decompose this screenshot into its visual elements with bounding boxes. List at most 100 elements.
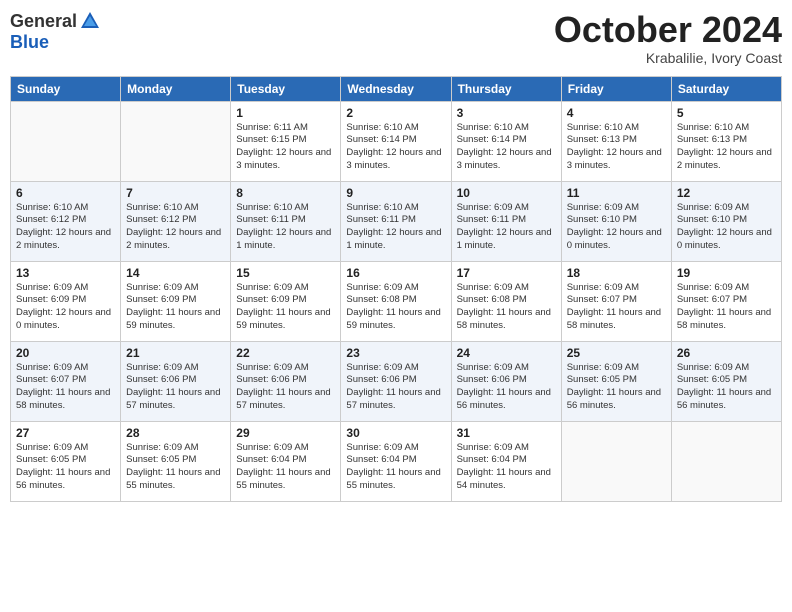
day-info: Sunrise: 6:09 AMSunset: 6:09 PMDaylight:… bbox=[126, 282, 225, 333]
weekday-header-sunday: Sunday bbox=[11, 76, 121, 101]
day-number: 21 bbox=[126, 346, 225, 360]
day-info: Sunrise: 6:10 AMSunset: 6:12 PMDaylight:… bbox=[16, 202, 115, 253]
day-info: Sunrise: 6:09 AMSunset: 6:04 PMDaylight:… bbox=[236, 442, 335, 493]
day-info: Sunrise: 6:09 AMSunset: 6:08 PMDaylight:… bbox=[346, 282, 445, 333]
day-number: 29 bbox=[236, 426, 335, 440]
day-number: 6 bbox=[16, 186, 115, 200]
day-info: Sunrise: 6:10 AMSunset: 6:14 PMDaylight:… bbox=[457, 122, 556, 173]
page-header: General Blue October 2024 Krabalilie, Iv… bbox=[10, 10, 782, 66]
day-info: Sunrise: 6:09 AMSunset: 6:05 PMDaylight:… bbox=[16, 442, 115, 493]
calendar-cell: 27Sunrise: 6:09 AMSunset: 6:05 PMDayligh… bbox=[11, 421, 121, 501]
calendar-cell: 20Sunrise: 6:09 AMSunset: 6:07 PMDayligh… bbox=[11, 341, 121, 421]
day-number: 2 bbox=[346, 106, 445, 120]
calendar-cell: 13 Sunrise: 6:09 AMSunset: 6:09 PMDayligh… bbox=[11, 261, 121, 341]
day-number: 8 bbox=[236, 186, 335, 200]
day-number: 10 bbox=[457, 186, 556, 200]
calendar-week-row: 13 Sunrise: 6:09 AMSunset: 6:09 PMDayligh… bbox=[11, 261, 782, 341]
weekday-header-tuesday: Tuesday bbox=[231, 76, 341, 101]
day-number: 3 bbox=[457, 106, 556, 120]
calendar-cell: 8 Sunrise: 6:10 AMSunset: 6:11 PMDaylight… bbox=[231, 181, 341, 261]
title-block: October 2024 Krabalilie, Ivory Coast bbox=[554, 10, 782, 66]
location-subtitle: Krabalilie, Ivory Coast bbox=[554, 50, 782, 66]
calendar-week-row: 6 Sunrise: 6:10 AMSunset: 6:12 PMDaylight… bbox=[11, 181, 782, 261]
day-info: Sunrise: 6:09 AMSunset: 6:08 PMDaylight:… bbox=[457, 282, 556, 333]
day-number: 7 bbox=[126, 186, 225, 200]
calendar-cell: 2 Sunrise: 6:10 AMSunset: 6:14 PMDaylight… bbox=[341, 101, 451, 181]
calendar-cell: 30 Sunrise: 6:09 AMSunset: 6:04 PMDayligh… bbox=[341, 421, 451, 501]
day-info: Sunrise: 6:10 AMSunset: 6:11 PMDaylight:… bbox=[236, 202, 335, 253]
calendar-week-row: 20Sunrise: 6:09 AMSunset: 6:07 PMDayligh… bbox=[11, 341, 782, 421]
month-title: October 2024 bbox=[554, 10, 782, 50]
calendar-cell: 10 Sunrise: 6:09 AMSunset: 6:11 PMDayligh… bbox=[451, 181, 561, 261]
day-info: Sunrise: 6:09 AMSunset: 6:06 PMDaylight:… bbox=[126, 362, 225, 413]
logo-blue-text: Blue bbox=[10, 32, 49, 53]
day-number: 31 bbox=[457, 426, 556, 440]
calendar-week-row: 27Sunrise: 6:09 AMSunset: 6:05 PMDayligh… bbox=[11, 421, 782, 501]
day-number: 14 bbox=[126, 266, 225, 280]
calendar-cell: 3 Sunrise: 6:10 AMSunset: 6:14 PMDaylight… bbox=[451, 101, 561, 181]
day-number: 24 bbox=[457, 346, 556, 360]
day-info: Sunrise: 6:09 AMSunset: 6:05 PMDaylight:… bbox=[677, 362, 776, 413]
calendar-cell: 28 Sunrise: 6:09 AMSunset: 6:05 PMDayligh… bbox=[121, 421, 231, 501]
calendar-cell: 12 Sunrise: 6:09 AMSunset: 6:10 PMDayligh… bbox=[671, 181, 781, 261]
calendar-cell: 23 Sunrise: 6:09 AMSunset: 6:06 PMDayligh… bbox=[341, 341, 451, 421]
day-info: Sunrise: 6:09 AMSunset: 6:07 PMDaylight:… bbox=[567, 282, 666, 333]
calendar-header-row: SundayMondayTuesdayWednesdayThursdayFrid… bbox=[11, 76, 782, 101]
day-info: Sunrise: 6:11 AMSunset: 6:15 PMDaylight:… bbox=[236, 122, 335, 173]
calendar-cell: 15Sunrise: 6:09 AMSunset: 6:09 PMDayligh… bbox=[231, 261, 341, 341]
day-number: 1 bbox=[236, 106, 335, 120]
day-info: Sunrise: 6:09 AMSunset: 6:04 PMDaylight:… bbox=[346, 442, 445, 493]
day-info: Sunrise: 6:10 AMSunset: 6:14 PMDaylight:… bbox=[346, 122, 445, 173]
day-info: Sunrise: 6:10 AMSunset: 6:13 PMDaylight:… bbox=[677, 122, 776, 173]
day-number: 16 bbox=[346, 266, 445, 280]
calendar-cell: 25 Sunrise: 6:09 AMSunset: 6:05 PMDayligh… bbox=[561, 341, 671, 421]
day-number: 23 bbox=[346, 346, 445, 360]
day-info: Sunrise: 6:09 AMSunset: 6:10 PMDaylight:… bbox=[677, 202, 776, 253]
day-info: Sunrise: 6:09 AMSunset: 6:10 PMDaylight:… bbox=[567, 202, 666, 253]
day-info: Sunrise: 6:09 AMSunset: 6:09 PMDaylight:… bbox=[16, 282, 115, 333]
day-info: Sunrise: 6:10 AMSunset: 6:12 PMDaylight:… bbox=[126, 202, 225, 253]
logo: General Blue bbox=[10, 10, 101, 53]
day-number: 15 bbox=[236, 266, 335, 280]
day-number: 30 bbox=[346, 426, 445, 440]
calendar-cell: 24 Sunrise: 6:09 AMSunset: 6:06 PMDayligh… bbox=[451, 341, 561, 421]
day-number: 11 bbox=[567, 186, 666, 200]
day-number: 9 bbox=[346, 186, 445, 200]
day-info: Sunrise: 6:10 AMSunset: 6:13 PMDaylight:… bbox=[567, 122, 666, 173]
day-number: 17 bbox=[457, 266, 556, 280]
calendar-cell: 19 Sunrise: 6:09 AMSunset: 6:07 PMDayligh… bbox=[671, 261, 781, 341]
day-number: 19 bbox=[677, 266, 776, 280]
calendar-cell bbox=[121, 101, 231, 181]
calendar-cell: 7 Sunrise: 6:10 AMSunset: 6:12 PMDaylight… bbox=[121, 181, 231, 261]
calendar-week-row: 1 Sunrise: 6:11 AMSunset: 6:15 PMDaylight… bbox=[11, 101, 782, 181]
calendar-cell bbox=[561, 421, 671, 501]
weekday-header-thursday: Thursday bbox=[451, 76, 561, 101]
day-info: Sunrise: 6:09 AMSunset: 6:06 PMDaylight:… bbox=[346, 362, 445, 413]
calendar-cell: 22Sunrise: 6:09 AMSunset: 6:06 PMDayligh… bbox=[231, 341, 341, 421]
day-info: Sunrise: 6:09 AMSunset: 6:05 PMDaylight:… bbox=[567, 362, 666, 413]
calendar-cell: 6 Sunrise: 6:10 AMSunset: 6:12 PMDaylight… bbox=[11, 181, 121, 261]
day-info: Sunrise: 6:09 AMSunset: 6:06 PMDaylight:… bbox=[457, 362, 556, 413]
calendar-cell: 17 Sunrise: 6:09 AMSunset: 6:08 PMDayligh… bbox=[451, 261, 561, 341]
calendar-cell: 11 Sunrise: 6:09 AMSunset: 6:10 PMDayligh… bbox=[561, 181, 671, 261]
day-number: 22 bbox=[236, 346, 335, 360]
day-info: Sunrise: 6:09 AMSunset: 6:11 PMDaylight:… bbox=[457, 202, 556, 253]
day-info: Sunrise: 6:09 AMSunset: 6:07 PMDaylight:… bbox=[677, 282, 776, 333]
calendar-cell bbox=[671, 421, 781, 501]
day-number: 25 bbox=[567, 346, 666, 360]
day-number: 13 bbox=[16, 266, 115, 280]
weekday-header-monday: Monday bbox=[121, 76, 231, 101]
calendar-cell bbox=[11, 101, 121, 181]
calendar-cell: 26Sunrise: 6:09 AMSunset: 6:05 PMDayligh… bbox=[671, 341, 781, 421]
weekday-header-friday: Friday bbox=[561, 76, 671, 101]
calendar-cell: 14 Sunrise: 6:09 AMSunset: 6:09 PMDayligh… bbox=[121, 261, 231, 341]
day-number: 4 bbox=[567, 106, 666, 120]
day-number: 28 bbox=[126, 426, 225, 440]
day-info: Sunrise: 6:09 AMSunset: 6:07 PMDaylight:… bbox=[16, 362, 115, 413]
calendar-cell: 21 Sunrise: 6:09 AMSunset: 6:06 PMDayligh… bbox=[121, 341, 231, 421]
calendar-cell: 18Sunrise: 6:09 AMSunset: 6:07 PMDayligh… bbox=[561, 261, 671, 341]
day-number: 5 bbox=[677, 106, 776, 120]
logo-general-text: General bbox=[10, 11, 77, 32]
day-number: 12 bbox=[677, 186, 776, 200]
day-info: Sunrise: 6:09 AMSunset: 6:05 PMDaylight:… bbox=[126, 442, 225, 493]
